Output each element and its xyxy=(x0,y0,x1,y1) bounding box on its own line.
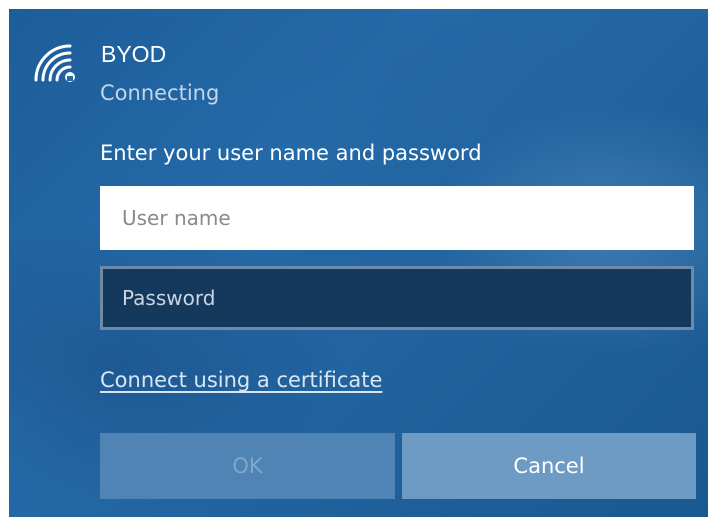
frame-border-top xyxy=(0,0,713,9)
connection-status: Connecting xyxy=(100,81,220,105)
password-input[interactable] xyxy=(100,266,694,330)
connect-with-certificate-link[interactable]: Connect using a certificate xyxy=(100,365,382,395)
ok-button[interactable]: OK xyxy=(100,433,395,499)
credentials-prompt: Enter your user name and password xyxy=(100,141,482,165)
username-input[interactable] xyxy=(100,186,694,250)
frame-border-left xyxy=(0,0,9,523)
cancel-button[interactable]: Cancel xyxy=(402,433,696,499)
frame-border-bottom xyxy=(0,517,713,523)
wifi-connect-dialog: BYOD Connecting Enter your user name and… xyxy=(0,0,713,523)
frame-border-right xyxy=(708,0,713,523)
network-name: BYOD xyxy=(101,41,167,67)
wifi-secured-icon xyxy=(34,44,75,82)
